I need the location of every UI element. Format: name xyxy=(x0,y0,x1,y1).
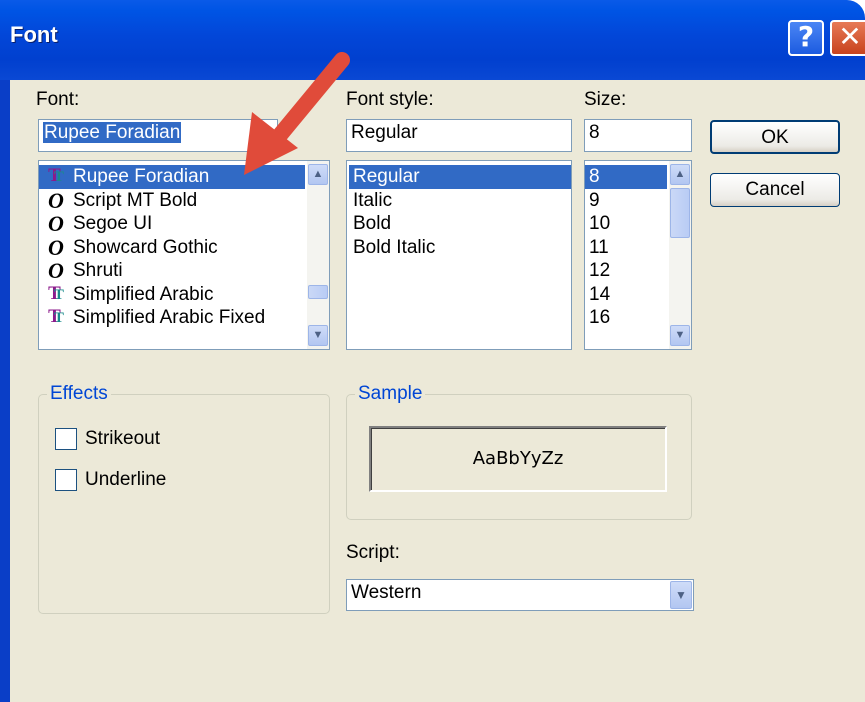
font-style-input[interactable]: Regular xyxy=(346,119,572,152)
script-dropdown[interactable]: Western ▼ xyxy=(346,579,694,611)
help-button[interactable]: ? xyxy=(788,20,824,56)
close-button[interactable]: ✕ xyxy=(830,20,865,56)
window-frame xyxy=(0,80,8,702)
font-style-list-item[interactable]: Bold Italic xyxy=(349,236,571,260)
font-style-list-item[interactable]: Regular xyxy=(349,165,571,189)
opentype-icon: O xyxy=(48,258,64,283)
font-style-list-item[interactable]: Italic xyxy=(349,189,571,213)
script-value: Western xyxy=(351,582,422,603)
truetype-icon: TT xyxy=(48,165,64,186)
chevron-up-icon: ▲ xyxy=(674,168,686,180)
font-list-scrollbar[interactable]: ▲ ▼ xyxy=(307,161,329,349)
font-label: Font: xyxy=(36,89,80,110)
size-list-item[interactable]: 10 xyxy=(585,212,667,236)
size-label: Size: xyxy=(584,89,627,110)
font-list-item-label: Simplified Arabic xyxy=(73,283,214,305)
chevron-down-icon: ▼ xyxy=(312,329,324,341)
font-list-items: TT Rupee Foradian O Script MT Bold O Segoe UI… xyxy=(39,165,305,330)
scroll-thumb[interactable] xyxy=(308,285,328,299)
size-list-item[interactable]: 9 xyxy=(585,189,667,213)
size-list-item[interactable]: 12 xyxy=(585,259,667,283)
size-list-items: 8 9 10 11 12 14 16 xyxy=(585,165,667,330)
scroll-down-button[interactable]: ▼ xyxy=(308,325,328,346)
scroll-thumb[interactable] xyxy=(670,188,690,238)
font-style-list[interactable]: Regular Italic Bold Bold Italic xyxy=(346,160,572,350)
font-list-item-label: Rupee Foradian xyxy=(73,166,210,187)
font-list-item[interactable]: TT Simplified Arabic Fixed xyxy=(39,306,305,330)
script-label: Script: xyxy=(346,542,400,563)
font-list-item[interactable]: TT Rupee Foradian xyxy=(39,165,305,189)
font-list-item-label: Showcard Gothic xyxy=(73,236,218,258)
chevron-down-icon[interactable]: ▼ xyxy=(670,581,692,609)
font-style-list-items: Regular Italic Bold Bold Italic xyxy=(347,165,571,259)
opentype-icon: O xyxy=(48,187,64,213)
font-list-item-label: Script MT Bold xyxy=(73,189,198,211)
size-input[interactable]: 8 xyxy=(584,119,692,152)
font-name-input[interactable]: Rupee Foradian xyxy=(38,119,278,152)
sample-preview: AaBbYyZz xyxy=(369,426,667,492)
size-list-item[interactable]: 8 xyxy=(585,165,667,189)
font-list[interactable]: TT Rupee Foradian O Script MT Bold O Segoe UI… xyxy=(38,160,330,350)
size-list-item[interactable]: 11 xyxy=(585,236,667,260)
size-list-item[interactable]: 14 xyxy=(585,283,667,307)
truetype-icon: TT xyxy=(48,282,64,304)
chevron-down-icon: ▼ xyxy=(674,329,686,341)
font-list-item[interactable]: O Shruti xyxy=(39,259,305,283)
chevron-up-icon: ▲ xyxy=(312,168,324,180)
scroll-down-button[interactable]: ▼ xyxy=(670,325,690,346)
font-list-item-label: Shruti xyxy=(73,260,123,281)
font-list-item[interactable]: O Script MT Bold xyxy=(39,187,305,213)
font-style-list-item[interactable]: Bold xyxy=(349,212,571,236)
font-list-item[interactable]: O Segoe UI xyxy=(39,212,305,236)
strikeout-label: Strikeout xyxy=(85,428,160,449)
cancel-button[interactable]: Cancel xyxy=(710,173,840,207)
sample-group-title: Sample xyxy=(355,383,426,405)
font-name-value: Rupee Foradian xyxy=(43,122,182,143)
font-list-item-label: Segoe UI xyxy=(73,213,153,234)
strikeout-checkbox[interactable] xyxy=(55,428,77,450)
size-list-scrollbar[interactable]: ▲ ▼ xyxy=(669,161,691,349)
ok-button[interactable]: OK xyxy=(710,120,840,154)
title-bar: Font ? ✕ xyxy=(0,0,865,80)
font-style-label: Font style: xyxy=(346,89,434,110)
opentype-icon: O xyxy=(48,234,64,260)
font-list-item[interactable]: TT Simplified Arabic xyxy=(39,283,305,307)
truetype-icon: TT xyxy=(48,306,64,327)
scroll-up-button[interactable]: ▲ xyxy=(308,164,328,185)
help-icon: ? xyxy=(797,20,815,53)
opentype-icon: O xyxy=(48,211,64,236)
size-list[interactable]: 8 9 10 11 12 14 16 ▲ ▼ xyxy=(584,160,692,350)
font-dialog: Font ? ✕ Font: Rupee Foradian TT Rupee Fo… xyxy=(0,0,865,702)
sample-group: Sample AaBbYyZz xyxy=(346,383,692,520)
font-list-item-label: Simplified Arabic Fixed xyxy=(73,307,266,328)
size-list-item[interactable]: 16 xyxy=(585,306,667,330)
dialog-client-area: Font: Rupee Foradian TT Rupee Foradian O Sc… xyxy=(8,80,865,702)
underline-label: Underline xyxy=(85,469,167,490)
scroll-up-button[interactable]: ▲ xyxy=(670,164,690,185)
effects-group-title: Effects xyxy=(47,383,111,405)
close-icon: ✕ xyxy=(838,20,862,53)
effects-group: Effects Strikeout Underline xyxy=(38,383,330,614)
dialog-title: Font xyxy=(10,22,58,47)
underline-checkbox[interactable] xyxy=(55,469,77,491)
font-list-item[interactable]: O Showcard Gothic xyxy=(39,234,305,260)
